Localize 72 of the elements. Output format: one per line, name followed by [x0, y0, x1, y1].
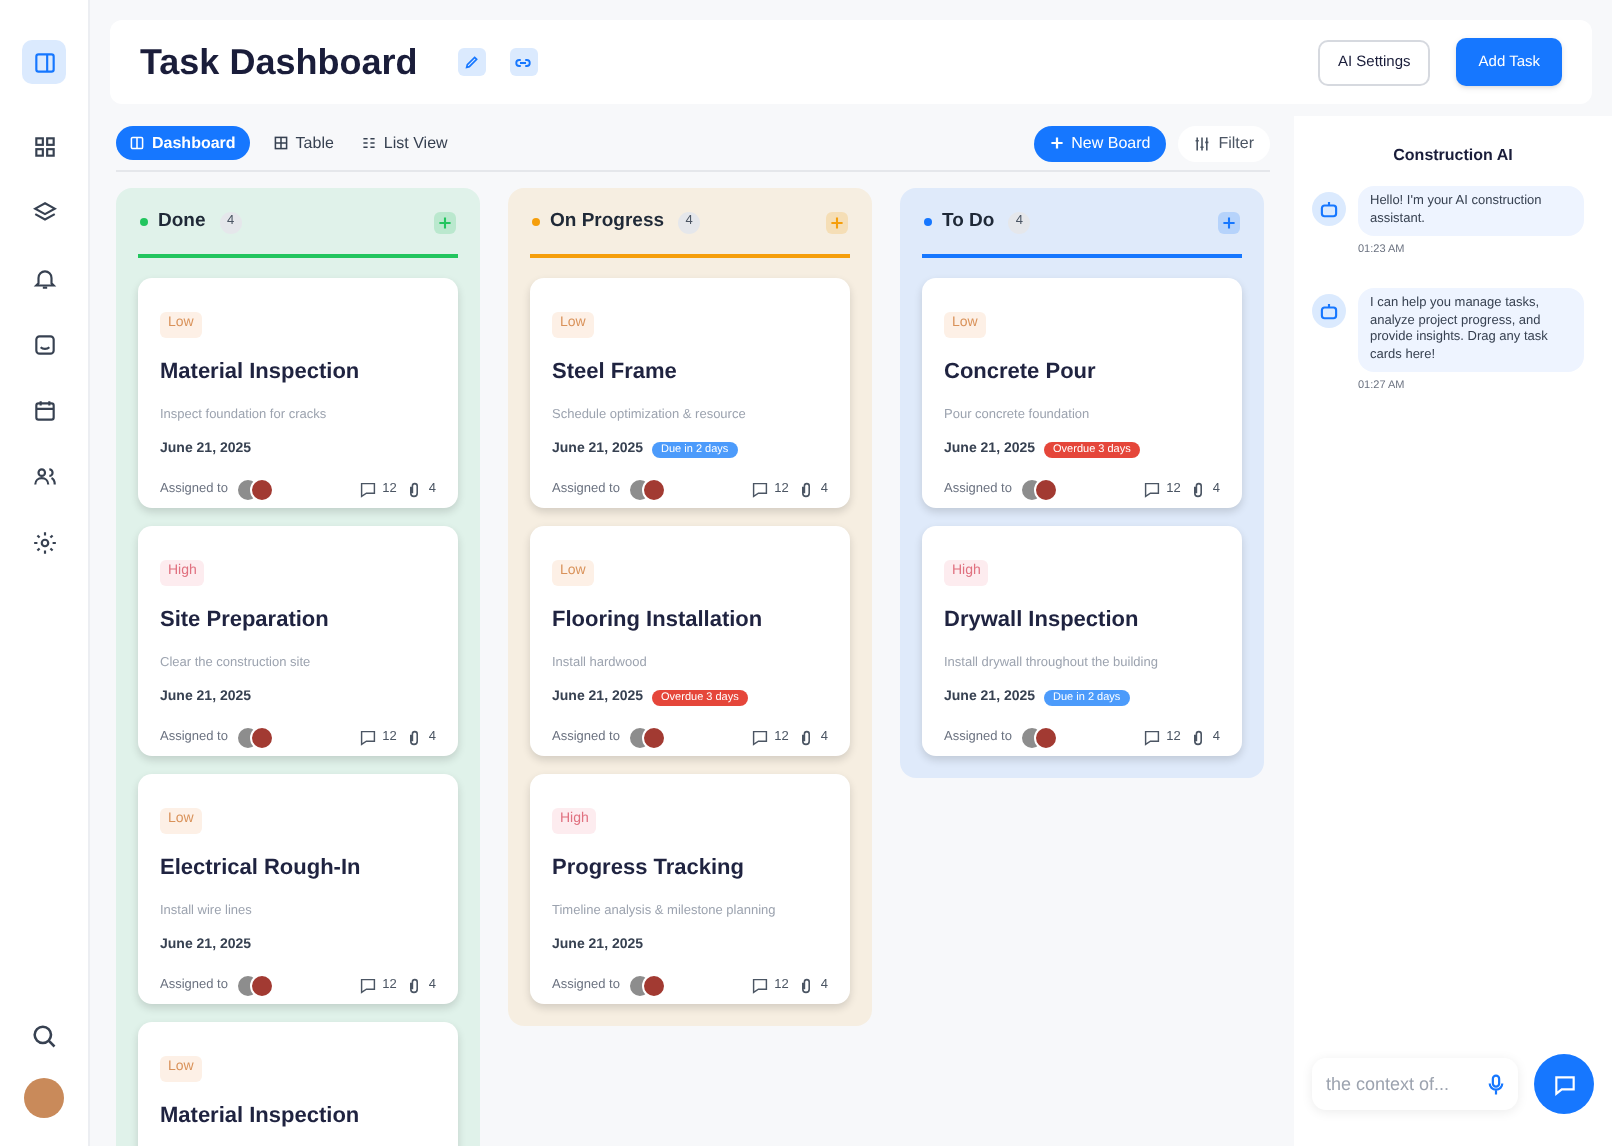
card-title: Concrete Pour [944, 358, 1098, 388]
paperclip-icon [800, 978, 813, 995]
table-icon [273, 136, 288, 150]
paperclip-icon [800, 730, 813, 747]
assignee-avatars [627, 726, 668, 751]
view-tab[interactable]: Table [269, 126, 338, 160]
plus-icon [438, 215, 452, 229]
plus-icon [1222, 215, 1236, 229]
list-icon [361, 136, 376, 150]
assignee-avatars [627, 974, 668, 999]
robot-avatar-icon [1312, 294, 1346, 329]
assignee-avatars [235, 974, 276, 999]
bell-icon [31, 265, 57, 291]
pencil-icon [463, 54, 480, 70]
assignee-avatars [627, 478, 668, 503]
add-card-button[interactable] [1218, 211, 1240, 233]
smiley-square-icon [31, 331, 57, 357]
comment-icon [752, 482, 769, 499]
filter-button[interactable]: Filter [1178, 125, 1270, 161]
sliders-icon [1194, 135, 1211, 151]
comment-icon [360, 482, 377, 499]
comment-icon [360, 978, 377, 995]
paperclip-icon [408, 978, 421, 995]
chat-bubble-icon [1551, 1071, 1577, 1097]
card-title: Site Preparation [160, 606, 331, 636]
paperclip-icon [1192, 482, 1205, 499]
assignee-avatars [235, 478, 276, 503]
comment-icon [752, 978, 769, 995]
search-icon[interactable] [30, 1022, 58, 1050]
paperclip-icon [408, 482, 421, 499]
paperclip-icon [800, 482, 813, 499]
assignee-avatars [235, 726, 276, 751]
link-icon [514, 53, 533, 71]
card-title: Drywall Inspection [944, 606, 1141, 636]
chat-title: Construction AI [1391, 144, 1515, 168]
chat-input[interactable]: the context of... [1312, 1058, 1518, 1110]
paperclip-icon [408, 730, 421, 747]
microphone-icon[interactable] [1488, 1074, 1504, 1096]
comment-icon [1144, 482, 1161, 499]
card-title: Material Inspection [160, 358, 362, 388]
column-title: On Progress [550, 207, 665, 236]
comment-icon [1144, 730, 1161, 747]
send-button[interactable] [1534, 1054, 1594, 1114]
card-title: Flooring Installation [552, 606, 765, 636]
card-title: Material Inspection [160, 1102, 362, 1132]
view-tab[interactable]: Dashboard [116, 126, 250, 160]
user-avatar[interactable] [24, 1078, 64, 1118]
sidebar-sidebar-panel-button[interactable] [22, 40, 66, 84]
grid-icon [31, 133, 57, 159]
card-title: Progress Tracking [552, 854, 746, 884]
users-icon [31, 463, 57, 489]
board-icon [130, 136, 144, 150]
column-title: To Do [942, 207, 995, 236]
new-board-button[interactable]: New Board [1033, 125, 1167, 161]
column-title: Done [158, 207, 206, 236]
view-tab[interactable]: List View [357, 126, 452, 160]
comment-icon [360, 730, 377, 747]
robot-avatar-icon [1312, 192, 1346, 226]
sidebar-panel-icon [31, 49, 57, 75]
plus-icon [1049, 136, 1064, 150]
plus-icon [830, 215, 844, 229]
page-title: Task Dashboard [140, 39, 418, 85]
card-title: Electrical Rough-In [160, 854, 363, 884]
assignee-avatars [1019, 726, 1060, 751]
comment-icon [752, 730, 769, 747]
edit-button[interactable] [457, 48, 486, 76]
paperclip-icon [1192, 730, 1205, 747]
assignee-avatars [1019, 478, 1060, 503]
link-button[interactable] [509, 48, 538, 76]
layers-icon [31, 199, 57, 225]
calendar-icon [31, 397, 57, 423]
card-title: Steel Frame [552, 358, 679, 388]
